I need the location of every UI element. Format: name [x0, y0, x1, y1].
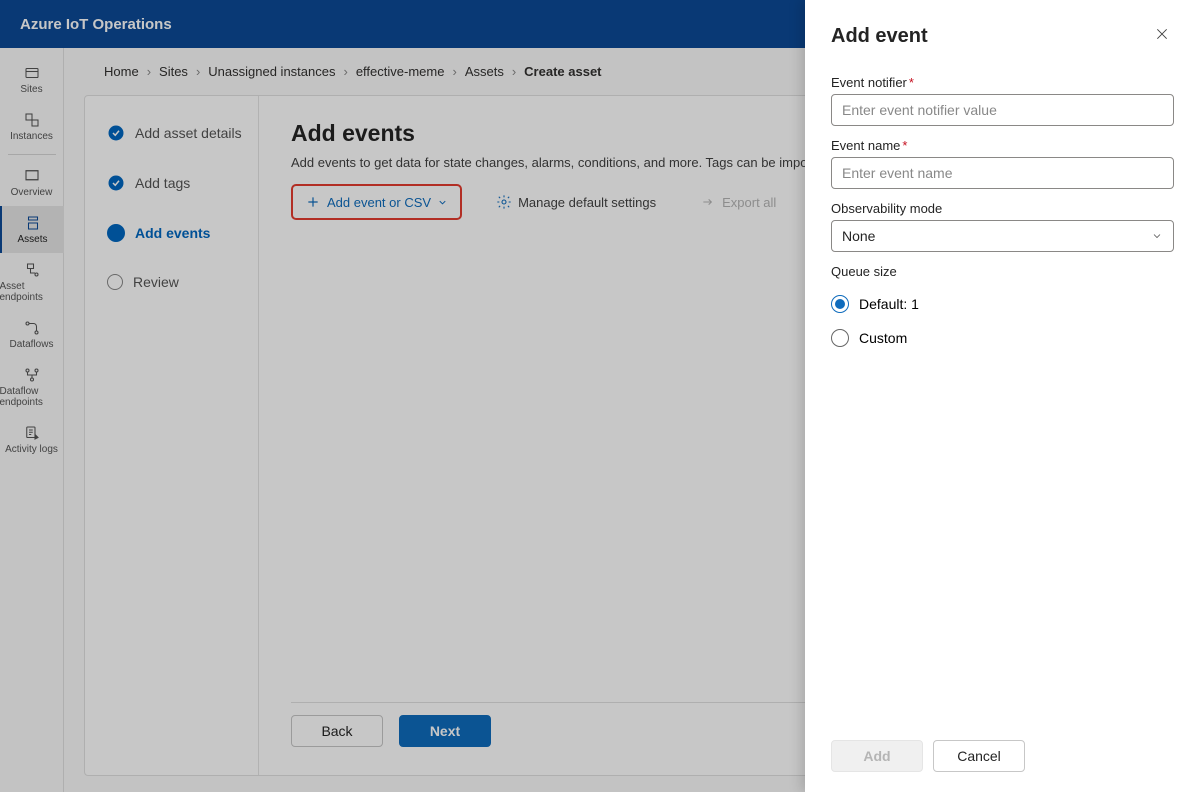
observability-mode-select[interactable]: None	[831, 220, 1174, 252]
radio-label: Default: 1	[859, 296, 919, 312]
panel-body: Event notifier* Event name* Observabilit…	[805, 63, 1200, 724]
select-value: None	[842, 228, 875, 244]
panel-footer: Add Cancel	[805, 724, 1200, 792]
event-name-input[interactable]	[831, 157, 1174, 189]
event-notifier-label: Event notifier*	[831, 75, 1174, 90]
event-name-label: Event name*	[831, 138, 1174, 153]
radio-label: Custom	[859, 330, 907, 346]
radio-icon	[831, 329, 849, 347]
close-button[interactable]	[1150, 22, 1174, 51]
add-button: Add	[831, 740, 923, 772]
chevron-down-icon	[1151, 230, 1163, 242]
queue-size-radio-group: Default: 1 Custom	[831, 287, 1174, 355]
radio-icon	[831, 295, 849, 313]
panel-header: Add event	[805, 0, 1200, 63]
queue-size-custom-radio[interactable]: Custom	[831, 321, 1174, 355]
panel-title: Add event	[831, 25, 928, 48]
cancel-button[interactable]: Cancel	[933, 740, 1025, 772]
queue-size-default-radio[interactable]: Default: 1	[831, 287, 1174, 321]
event-notifier-input[interactable]	[831, 94, 1174, 126]
queue-size-label: Queue size	[831, 264, 1174, 279]
close-icon	[1154, 26, 1170, 42]
observability-mode-label: Observability mode	[831, 201, 1174, 216]
add-event-panel: Add event Event notifier* Event name* Ob…	[805, 0, 1200, 792]
